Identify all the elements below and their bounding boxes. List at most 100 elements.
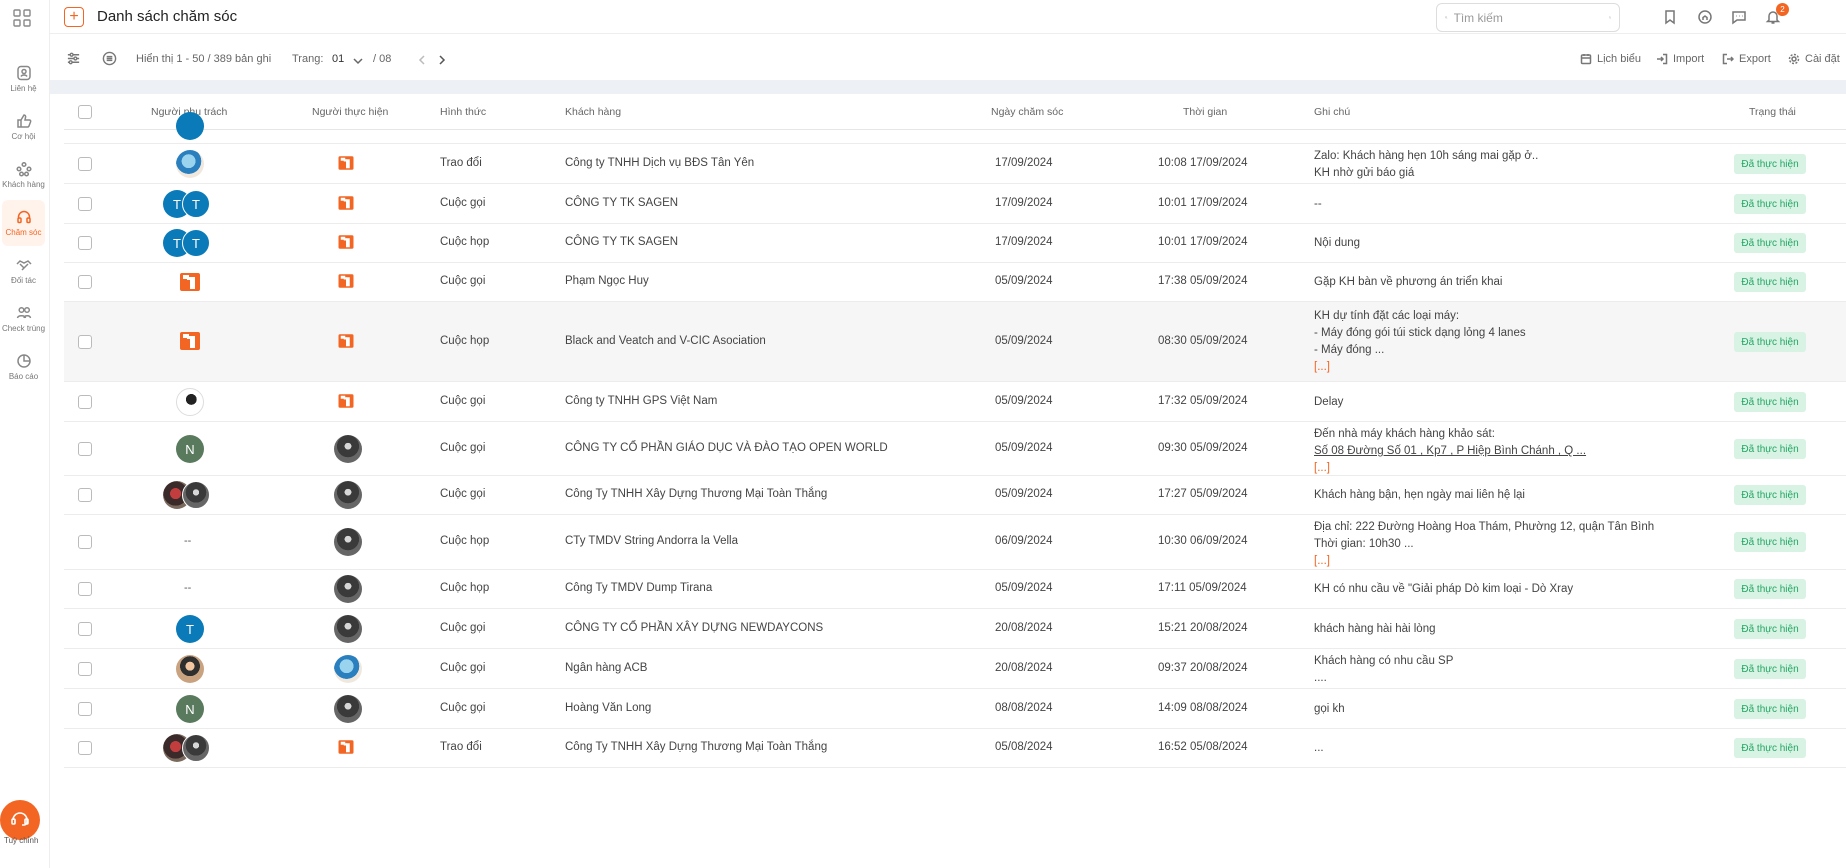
sidebar-item-reports[interactable]: Báo cáo	[2, 344, 45, 390]
row-checkbox[interactable]	[78, 197, 92, 211]
filter-settings-button[interactable]	[66, 51, 84, 69]
customer-cell[interactable]: CÔNG TY TK SAGEN	[565, 197, 678, 209]
chevron-down-icon[interactable]	[352, 55, 364, 67]
row-checkbox[interactable]	[78, 741, 92, 755]
table-row[interactable]: -- Cuộc họp CTy TMDV String Andorra la V…	[64, 515, 1846, 570]
settings-button[interactable]: Cài đặt	[1788, 53, 1840, 65]
row-checkbox[interactable]	[78, 335, 92, 349]
row-checkbox[interactable]	[78, 582, 92, 596]
note-expand-link[interactable]: [...]	[1314, 359, 1526, 376]
calendar-button[interactable]: Lịch biểu	[1580, 53, 1641, 65]
table-row[interactable]: Cuộc gọi Công Ty TNHH Xây Dựng Thương Mạ…	[64, 476, 1846, 515]
note-line: Nội dung	[1314, 237, 1361, 249]
import-icon	[1657, 53, 1668, 65]
sort-filter-icon[interactable]	[1608, 11, 1612, 24]
current-page-select[interactable]: 01	[332, 53, 344, 65]
note-expand-link[interactable]: [...]	[1314, 460, 1586, 477]
note-line: Gặp KH bàn về phương án triển khai	[1314, 276, 1503, 288]
customer-cell[interactable]: Công ty TNHH Dịch vụ BĐS Tân Yên	[565, 157, 754, 169]
customer-cell[interactable]: Phạm Ngọc Huy	[565, 275, 649, 287]
customize-label: Tuỳ chỉnh	[4, 836, 39, 845]
owner-avatar	[176, 655, 204, 683]
select-all-checkbox[interactable]	[78, 105, 92, 119]
col-time[interactable]: Thời gian	[1183, 106, 1227, 118]
date-cell: 05/09/2024	[995, 395, 1053, 407]
status-badge: Đã thực hiện	[1734, 619, 1806, 639]
row-checkbox[interactable]	[78, 622, 92, 636]
date-cell: 17/09/2024	[995, 157, 1053, 169]
customer-cell[interactable]: Công Ty TNHH Xây Dựng Thương Mại Toàn Th…	[565, 741, 827, 753]
table-row[interactable]: T T Cuộc gọi CÔNG TY TK SAGEN 17/09/2024…	[64, 184, 1846, 224]
export-button[interactable]: Export	[1722, 53, 1771, 65]
col-care-date[interactable]: Ngày chăm sóc	[991, 106, 1063, 118]
messages-button[interactable]	[1729, 7, 1749, 27]
note-line: Thời gian: 10h30 ...	[1314, 538, 1414, 550]
performer-logo	[337, 332, 355, 350]
table-row[interactable]: -- Cuộc họp Công Ty TMDV Dump Tirana 05/…	[64, 570, 1846, 609]
bookmark-icon	[1665, 10, 1675, 25]
home-button[interactable]	[1695, 7, 1715, 27]
bookmark-button[interactable]	[1660, 7, 1680, 27]
search-input[interactable]	[1453, 10, 1609, 25]
sidebar-item-label: Chăm sóc	[5, 228, 42, 237]
sidebar-item-care[interactable]: Chăm sóc	[2, 200, 45, 246]
row-checkbox[interactable]	[78, 488, 92, 502]
row-checkbox[interactable]	[78, 157, 92, 171]
row-checkbox[interactable]	[78, 275, 92, 289]
prev-page-icon[interactable]	[416, 54, 428, 66]
customer-cell[interactable]: CÔNG TY TK SAGEN	[565, 236, 678, 248]
customer-cell[interactable]: Công Ty TNHH Xây Dựng Thương Mại Toàn Th…	[565, 488, 827, 500]
gear-icon	[1788, 53, 1800, 65]
row-checkbox[interactable]	[78, 702, 92, 716]
table-row[interactable]: T T Cuộc họp CÔNG TY TK SAGEN 17/09/2024…	[64, 224, 1846, 263]
app-grid-icon[interactable]	[12, 8, 32, 28]
sidebar-item-contacts[interactable]: Liên hệ	[2, 56, 45, 102]
table-row[interactable]: N Cuộc gọi Hoàng Văn Long 08/08/2024 14:…	[64, 689, 1846, 729]
add-button[interactable]: +	[64, 7, 84, 27]
col-performer[interactable]: Người thực hiện	[312, 106, 388, 118]
notifications-button[interactable]: 2	[1763, 3, 1789, 27]
sidebar-item-opportunities[interactable]: Cơ hội	[2, 104, 45, 150]
table-row[interactable]: Trao đổi Công Ty TNHH Xây Dựng Thương Mạ…	[64, 729, 1846, 768]
date-cell: 20/08/2024	[995, 622, 1053, 634]
table-row[interactable]: Cuộc gọi Ngân hàng ACB 20/08/2024 09:37 …	[64, 649, 1846, 689]
row-checkbox[interactable]	[78, 442, 92, 456]
row-checkbox[interactable]	[78, 236, 92, 250]
customer-cell[interactable]: Ngân hàng ACB	[565, 662, 647, 674]
customer-cell[interactable]: CÔNG TY CỔ PHẦN GIÁO DỤC VÀ ĐÀO TẠO OPEN…	[565, 442, 888, 454]
table-row[interactable]: Cuộc họp Black and Veatch and V-CIC Asoc…	[64, 302, 1846, 382]
col-status[interactable]: Trạng thái	[1749, 106, 1796, 118]
sidebar-item-partners[interactable]: Đối tác	[2, 248, 45, 294]
table-row[interactable]: Cuộc gọi Công ty TNHH GPS Việt Nam 05/09…	[64, 382, 1846, 422]
note-cell: khách hàng hài hài lòng	[1314, 621, 1436, 638]
import-button[interactable]: Import	[1656, 53, 1704, 65]
note-address-link[interactable]: Số 08 Đường Số 01 , Kp7 , P Hiệp Bình Ch…	[1314, 443, 1586, 460]
customer-cell[interactable]: Black and Veatch and V-CIC Asociation	[565, 335, 766, 347]
table-row[interactable]: Trao đổi Công ty TNHH Dịch vụ BĐS Tân Yê…	[64, 144, 1846, 184]
sidebar-item-duplicate-check[interactable]: Check trùng	[2, 296, 45, 342]
date-cell: 20/08/2024	[995, 662, 1053, 674]
table-row[interactable]: T Cuộc gọi CÔNG TY CỔ PHẦN XÂY DỰNG NEWD…	[64, 609, 1846, 649]
table-row[interactable]: Cuộc gọi Phạm Ngọc Huy 05/09/2024 17:38 …	[64, 263, 1846, 302]
customer-cell[interactable]: CTy TMDV String Andorra la Vella	[565, 535, 738, 547]
next-page-icon[interactable]	[436, 54, 448, 66]
customer-cell[interactable]: Công Ty TMDV Dump Tirana	[565, 582, 712, 594]
col-type[interactable]: Hình thức	[440, 106, 486, 118]
sidebar-item-customers[interactable]: Khách hàng	[2, 152, 45, 198]
list-view-button[interactable]	[102, 51, 120, 69]
col-customer[interactable]: Khách hàng	[565, 106, 621, 118]
help-chat-button[interactable]	[0, 800, 40, 840]
import-label: Import	[1673, 53, 1705, 65]
export-icon	[1722, 53, 1734, 65]
performer-avatar	[334, 435, 362, 463]
row-checkbox[interactable]	[78, 662, 92, 676]
row-checkbox[interactable]	[78, 395, 92, 409]
customer-cell[interactable]: Công ty TNHH GPS Việt Nam	[565, 395, 717, 407]
headset-icon	[16, 210, 31, 224]
row-checkbox[interactable]	[78, 535, 92, 549]
table-row[interactable]: N Cuộc gọi CÔNG TY CỔ PHẦN GIÁO DỤC VÀ Đ…	[64, 422, 1846, 476]
customer-cell[interactable]: CÔNG TY CỔ PHẦN XÂY DỰNG NEWDAYCONS	[565, 622, 823, 634]
note-expand-link[interactable]: [...]	[1314, 553, 1654, 570]
customer-cell[interactable]: Hoàng Văn Long	[565, 702, 651, 714]
col-note[interactable]: Ghi chú	[1314, 106, 1350, 118]
